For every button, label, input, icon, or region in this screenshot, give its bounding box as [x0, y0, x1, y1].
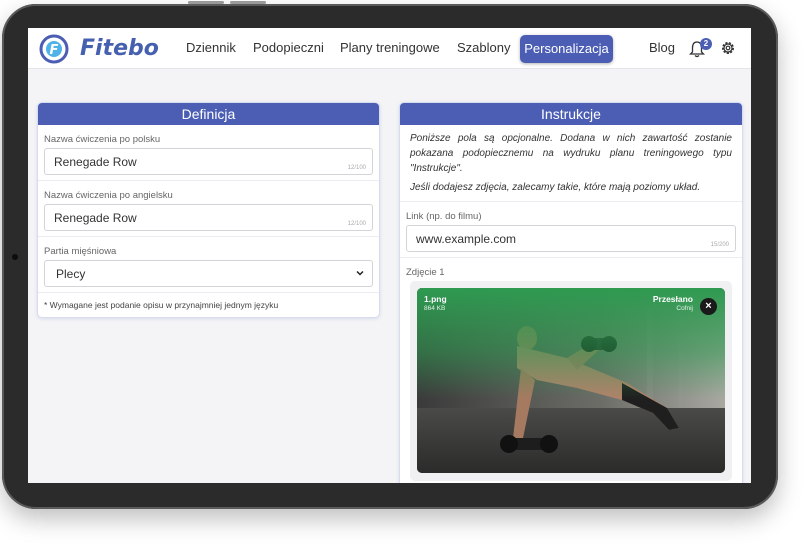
link-value: www.example.com: [416, 232, 517, 246]
app-screen: F Fitebo Dziennik Podopieczni Plany tren…: [28, 28, 751, 483]
instructions-card: Instrukcje Poniższe pola są opcjonalne. …: [400, 103, 742, 483]
gear-icon[interactable]: [720, 40, 736, 56]
name-pl-label: Nazwa ćwiczenia po polsku: [44, 134, 161, 145]
remove-photo-button[interactable]: ×: [700, 298, 717, 315]
instructions-title: Instrukcje: [400, 103, 742, 125]
file-size: 864 KB: [424, 305, 446, 312]
link-section: Link (np. do filmu) www.example.com 15/2…: [400, 202, 742, 258]
instructions-photo-hint: Jeśli dodajesz zdjęcia, zalecamy takie, …: [410, 182, 701, 193]
photo-image: [417, 288, 725, 473]
link-label: Link (np. do filmu): [406, 211, 482, 222]
uploaded-photo: 1.png 864 KB Przesłano Cofnij ×: [417, 288, 725, 473]
name-pl-counter: 12/100: [347, 165, 366, 171]
muscle-section: Partia mięśniowa Plecy: [38, 237, 379, 293]
photo-upload-area[interactable]: 1.png 864 KB Przesłano Cofnij ×: [410, 281, 732, 481]
tablet-camera: [12, 254, 18, 260]
name-en-label: Nazwa ćwiczenia po angielsku: [44, 190, 173, 201]
file-name: 1.png: [424, 294, 447, 304]
logo-icon: F: [39, 34, 69, 64]
muscle-value: Plecy: [56, 267, 86, 281]
brand-logo[interactable]: F Fitebo: [38, 33, 159, 65]
name-pl-section: Nazwa ćwiczenia po polsku Renegade Row 1…: [38, 125, 379, 181]
photo-label: Zdjęcie 1: [406, 267, 445, 278]
name-en-counter: 12/100: [347, 221, 366, 227]
muscle-select[interactable]: Plecy: [44, 260, 373, 287]
nav-szablony[interactable]: Szablony: [457, 40, 510, 55]
tablet-power-button: [230, 1, 266, 4]
tablet-volume-button: [188, 1, 224, 4]
name-en-value: Renegade Row: [54, 211, 137, 225]
definition-title: Definicja: [38, 103, 379, 125]
link-counter: 15/200: [710, 242, 729, 248]
name-pl-value: Renegade Row: [54, 155, 137, 169]
required-note: * Wymagane jest podanie opisu w przynajm…: [44, 300, 279, 310]
upload-status: Przesłano: [652, 294, 693, 304]
svg-text:F: F: [50, 43, 59, 58]
name-pl-input[interactable]: Renegade Row 12/100: [44, 148, 373, 175]
instructions-info: Poniższe pola są opcjonalne. Dodana w ni…: [400, 125, 742, 202]
link-input[interactable]: www.example.com 15/200: [406, 225, 736, 252]
undo-upload-link[interactable]: Cofnij: [676, 305, 693, 312]
nav-plany-treningowe[interactable]: Plany treningowe: [340, 40, 440, 55]
instructions-info-text: Poniższe pola są opcjonalne. Dodana w ni…: [410, 133, 732, 174]
definition-card: Definicja Nazwa ćwiczenia po polsku Rene…: [38, 103, 379, 317]
muscle-label: Partia mięśniowa: [44, 246, 117, 257]
name-en-input[interactable]: Renegade Row 12/100: [44, 204, 373, 231]
notification-badge: 2: [700, 38, 712, 50]
nav-podopieczni[interactable]: Podopieczni: [253, 40, 324, 55]
name-en-section: Nazwa ćwiczenia po angielsku Renegade Ro…: [38, 181, 379, 237]
nav-dziennik[interactable]: Dziennik: [186, 40, 236, 55]
brand-name: Fitebo: [80, 36, 159, 61]
chevron-down-icon: [356, 270, 364, 276]
nav-blog[interactable]: Blog: [649, 40, 675, 55]
top-navbar: F Fitebo Dziennik Podopieczni Plany tren…: [28, 28, 751, 69]
nav-personalizacja[interactable]: Personalizacja: [520, 35, 613, 63]
